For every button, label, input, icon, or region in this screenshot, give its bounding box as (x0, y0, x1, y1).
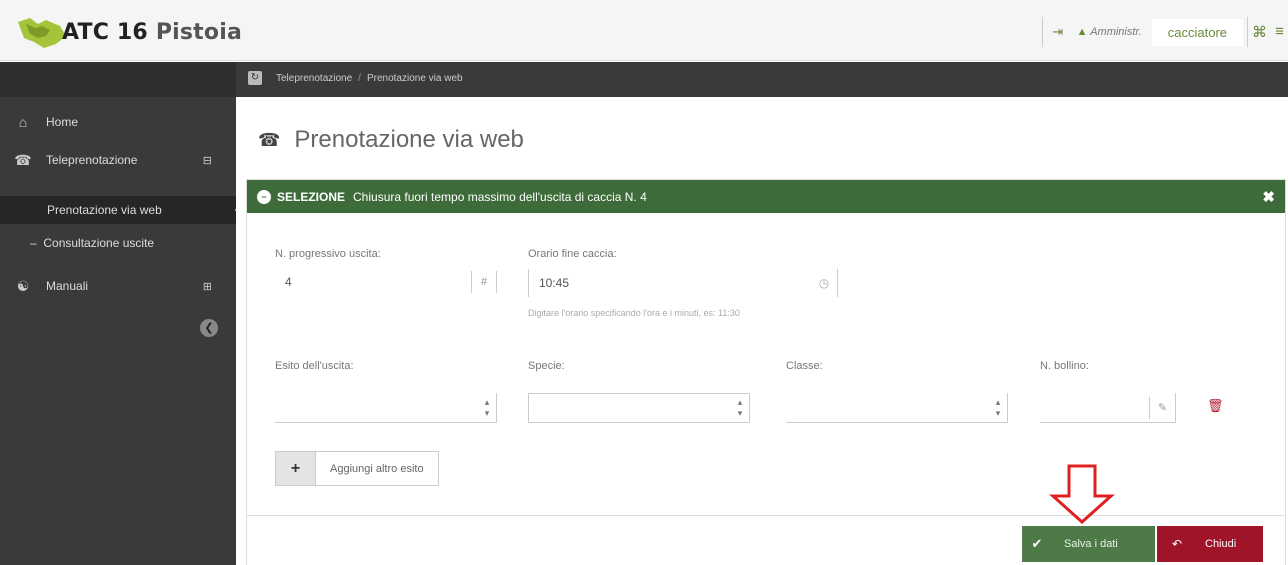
ora-field[interactable]: 10:45 ◷ (528, 269, 838, 297)
sidebar-item-prenotazione-web[interactable]: Prenotazione via web (0, 196, 242, 224)
username: cacciatore (1151, 18, 1243, 46)
uscita-field[interactable]: 4 # (275, 267, 497, 297)
ora-label: Orario fine caccia: (528, 248, 617, 260)
ora-value: 10:45 (539, 276, 570, 290)
close-icon[interactable]: ✖ (1262, 188, 1275, 206)
save-button[interactable]: ✔ Salva i dati (1022, 526, 1155, 562)
plus-icon: + (276, 452, 316, 485)
sidebar-item-consultazione[interactable]: – Consultazione uscite (0, 232, 236, 254)
logout-icon[interactable]: ⇥ (1043, 24, 1073, 40)
bollino-label: N. bollino: (1040, 360, 1089, 372)
brand-title: ATC 16 Pistoia (62, 19, 242, 45)
tools-icon[interactable]: ⌘ ≡ (1248, 23, 1288, 41)
phone-icon: ☎ (14, 151, 32, 168)
ora-help: Digitare l'orario specificando l'ora e i… (528, 308, 740, 318)
save-icon: ✔ (1031, 536, 1043, 551)
expand-icon: ⊞ (202, 280, 212, 293)
annotation-arrow-icon (1049, 464, 1115, 524)
select-arrows-icon: ▴ ▾ (484, 396, 490, 418)
specie-label: Specie: (528, 360, 565, 372)
selection-label: SELEZIONE (277, 189, 346, 204)
home-icon: ⌂ (18, 114, 28, 130)
trash-icon[interactable]: 🗑 (1207, 398, 1224, 414)
close-label: Chiudi (1205, 538, 1237, 550)
breadcrumb-separator: / (358, 72, 361, 84)
collapse-sidebar-icon[interactable]: ❮ (200, 319, 218, 337)
uscita-label: N. progressivo uscita: (275, 248, 381, 260)
page-title-text: Prenotazione via web (294, 126, 524, 153)
page-title: ☎ Prenotazione via web (258, 126, 524, 154)
specie-select[interactable]: ▴ ▾ (528, 393, 750, 423)
panel-heading: Chiusura fuori tempo massimo dell'uscita… (353, 189, 647, 204)
user-role: ▲ Amministr. (1076, 26, 1142, 38)
selection-panel: − SELEZIONE Chiusura fuori tempo massimo… (246, 179, 1286, 565)
top-header: ATC 16 Pistoia ⇥ ▲ Amministr. cacciatore… (0, 0, 1288, 61)
sidebar-item-home[interactable]: ⌂ Home (0, 111, 236, 133)
close-button[interactable]: ↶ Chiudi (1157, 526, 1263, 562)
bollino-field[interactable]: ✎ (1040, 393, 1176, 423)
sidebar-item-teleprenotazione[interactable]: ☎ Teleprenotazione ⊟ (0, 149, 236, 171)
tag-icon: ✎ (1149, 396, 1175, 419)
minus-circle-icon: − (257, 189, 271, 204)
breadcrumb: ↻ Teleprenotazione / Prenotazione via we… (248, 71, 463, 85)
phone-icon: ☎ (258, 129, 281, 150)
add-esito-label: Aggiungi altro esito (330, 462, 424, 475)
sidebar-item-label: Prenotazione via web (47, 203, 162, 217)
breadcrumb-bar: ↻ Teleprenotazione / Prenotazione via we… (0, 62, 1288, 97)
collapse-icon: ⊟ (202, 154, 212, 167)
refresh-icon[interactable]: ↻ (248, 71, 262, 85)
select-arrows-icon: ▴ ▾ (995, 396, 1001, 418)
book-icon: ☯ (16, 277, 30, 294)
esito-label: Esito dell'uscita: (275, 360, 354, 372)
footer-divider (246, 515, 1286, 516)
breadcrumb-item-current: Prenotazione via web (366, 72, 463, 84)
sidebar-item-manuali[interactable]: ☯ Manuali ⊞ (0, 275, 236, 297)
esito-select[interactable]: ▴ ▾ (275, 393, 497, 423)
uscita-value: 4 (285, 275, 292, 289)
sidebar-header (0, 62, 236, 97)
user-box[interactable]: ▲ Amministr. cacciatore (1073, 18, 1247, 46)
panel-header: − SELEZIONE Chiusura fuori tempo massimo… (247, 180, 1285, 213)
add-esito-button[interactable]: + Aggiungi altro esito (275, 451, 439, 486)
sidebar-item-label: Home (46, 115, 79, 129)
number-icon: # (471, 271, 497, 293)
close-panel-icon: ↶ (1171, 537, 1183, 551)
sidebar: ⌂ Home ☎ Teleprenotazione ⊟ Prenotazione… (0, 97, 242, 565)
classe-label: Classe: (786, 360, 823, 372)
save-label: Salva i dati (1064, 538, 1118, 550)
sidebar-item-label: Teleprenotazione (46, 153, 138, 167)
user-area: ⇥ ▲ Amministr. cacciatore ⌘ ≡ (1041, 17, 1288, 47)
sidebar-item-label: Consultazione uscite (43, 236, 155, 250)
dash-icon: – (30, 236, 37, 250)
classe-select[interactable]: ▴ ▾ (786, 393, 1008, 423)
clock-icon: ◷ (818, 276, 830, 290)
brand[interactable]: ATC 16 Pistoia (16, 12, 242, 52)
breadcrumb-item-teleprenotazione[interactable]: Teleprenotazione (276, 73, 352, 84)
sidebar-item-label: Manuali (46, 279, 89, 293)
select-arrows-icon: ▴ ▾ (737, 397, 743, 418)
tuscany-map-logo (18, 18, 66, 48)
